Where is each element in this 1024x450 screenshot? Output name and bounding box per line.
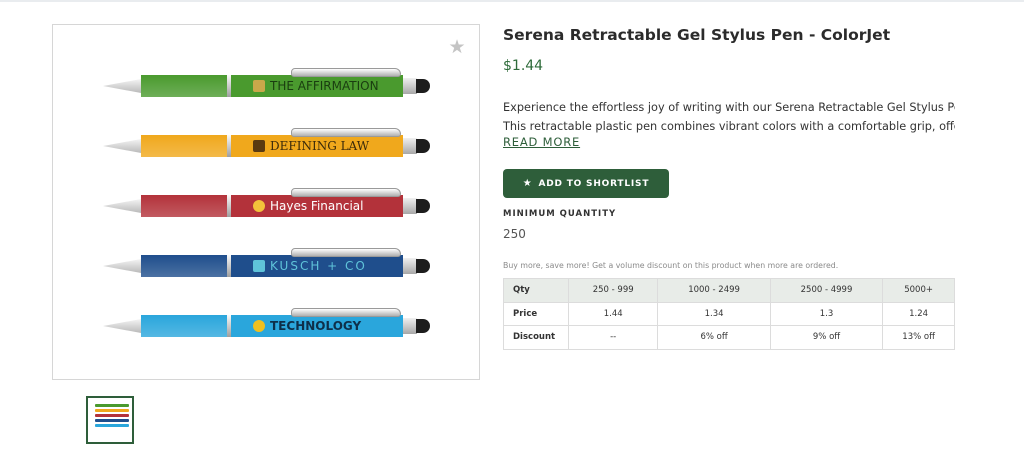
table-cell: -- xyxy=(567,325,659,350)
shortlist-label: ADD TO SHORTLIST xyxy=(538,178,650,189)
minimum-quantity-label: MINIMUM QUANTITY xyxy=(503,209,617,219)
table-cell: 1.3 xyxy=(769,301,884,326)
pen-navy: KUSCH + CO xyxy=(103,248,438,281)
table-cell: 1.44 xyxy=(567,301,659,326)
product-description: Experience the effortless joy of writing… xyxy=(503,98,955,136)
pen-imprint: KUSCH + CO xyxy=(253,255,403,277)
description-line: This retractable plastic pen combines vi… xyxy=(503,120,955,133)
table-cell: 13% off xyxy=(882,325,955,350)
table-header-cell: 2500 - 4999 xyxy=(769,278,884,303)
table-header-cell: 1000 - 2499 xyxy=(657,278,771,303)
pen-imprint: TECHNOLOGY xyxy=(253,315,403,337)
table-cell: 6% off xyxy=(657,325,771,350)
product-price: $1.44 xyxy=(503,58,544,74)
product-image[interactable]: ★ THE AFFIRMATION DEFINING LAW Hayes Fin… xyxy=(52,24,480,380)
table-header-cell: 5000+ xyxy=(882,278,955,303)
pen-imprint: DEFINING LAW xyxy=(253,135,403,157)
table-cell: 1.34 xyxy=(657,301,771,326)
volume-discount-note: Buy more, save more! Get a volume discou… xyxy=(503,261,839,270)
table-cell: Discount xyxy=(503,325,569,350)
table-row: Price 1.44 1.34 1.3 1.24 xyxy=(503,301,955,326)
price-table: Qty 250 - 999 1000 - 2499 2500 - 4999 50… xyxy=(503,278,955,350)
read-more-link[interactable]: READ MORE xyxy=(503,135,580,149)
description-line: Experience the effortless joy of writing… xyxy=(503,101,955,114)
table-row: Discount -- 6% off 9% off 13% off xyxy=(503,325,955,350)
star-icon: ★ xyxy=(522,178,533,189)
pen-imprint: Hayes Financial xyxy=(253,195,403,217)
thumbnail-image[interactable] xyxy=(86,396,134,444)
table-header-cell: Qty xyxy=(503,278,569,303)
pen-yellow: DEFINING LAW xyxy=(103,128,438,161)
pen-imprint: THE AFFIRMATION xyxy=(253,75,403,97)
pen-red: Hayes Financial xyxy=(103,188,438,221)
product-title: Serena Retractable Gel Stylus Pen - Colo… xyxy=(503,26,891,44)
table-header-cell: 250 - 999 xyxy=(567,278,659,303)
minimum-quantity-value: 250 xyxy=(503,227,526,241)
table-cell: Price xyxy=(503,301,569,326)
pen-green: THE AFFIRMATION xyxy=(103,68,438,101)
table-cell: 1.24 xyxy=(882,301,955,326)
table-cell: 9% off xyxy=(769,325,884,350)
pen-blue: TECHNOLOGY xyxy=(103,308,438,341)
favorite-star-icon[interactable]: ★ xyxy=(447,37,467,57)
table-header-row: Qty 250 - 999 1000 - 2499 2500 - 4999 50… xyxy=(503,278,955,303)
add-to-shortlist-button[interactable]: ★ ADD TO SHORTLIST xyxy=(503,169,669,198)
top-divider xyxy=(0,0,1024,2)
